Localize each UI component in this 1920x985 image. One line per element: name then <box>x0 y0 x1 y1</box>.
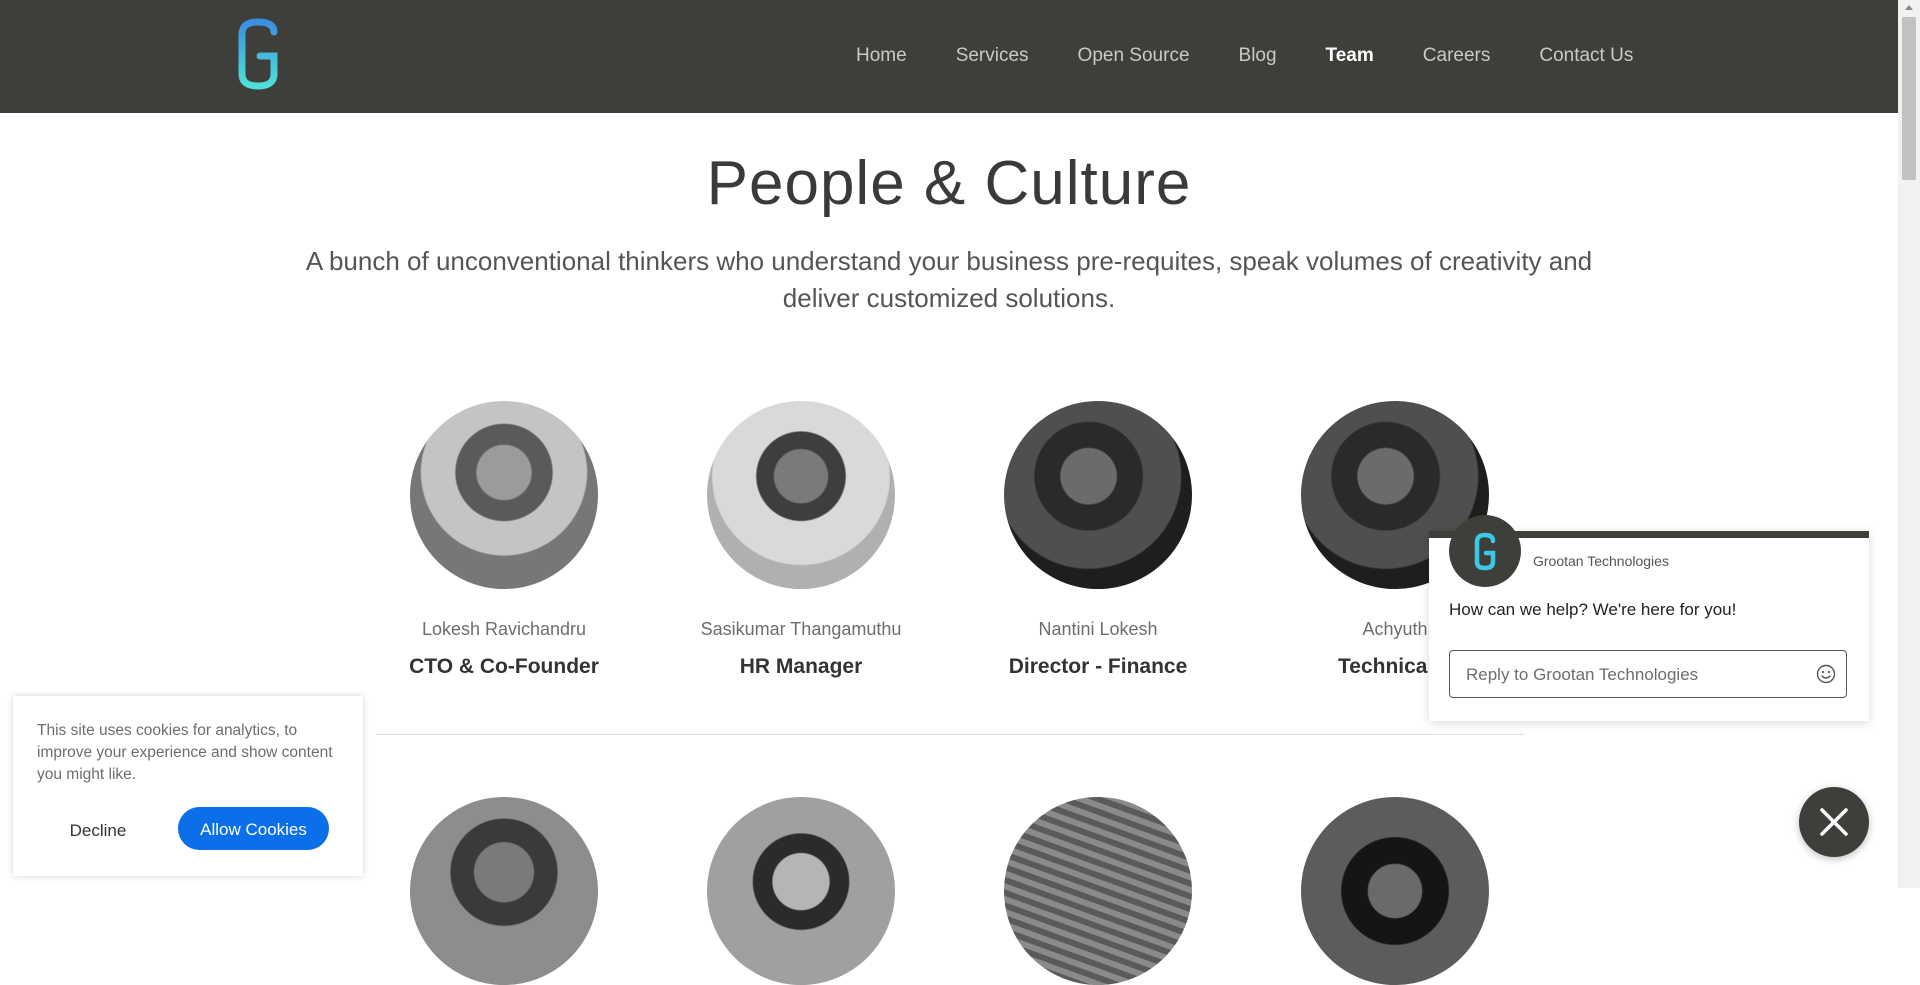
nav-team[interactable]: Team <box>1326 44 1374 68</box>
chat-reply-field[interactable] <box>1449 650 1847 698</box>
main-nav: Home Services Open Source Blog Team Care… <box>856 44 1682 68</box>
team-member-photo <box>1301 797 1489 985</box>
team-member-name: Sasikumar Thangamuthu <box>700 619 902 639</box>
chat-reply-input[interactable] <box>1464 662 1798 688</box>
cookie-banner: This site uses cookies for analytics, to… <box>13 696 363 876</box>
nav-open-source[interactable]: Open Source <box>1078 44 1190 68</box>
site-header: Home Services Open Source Blog Team Care… <box>0 0 1898 113</box>
page-scrollbar[interactable] <box>1898 0 1920 888</box>
cookie-message: This site uses cookies for analytics, to… <box>37 722 333 783</box>
team-member-photo <box>1004 401 1192 589</box>
chat-greeting: How can we help? We're here for you! <box>1449 600 1737 619</box>
close-chat-button[interactable] <box>1799 787 1869 857</box>
decline-cookies-button[interactable]: Decline <box>48 808 148 851</box>
grootan-logo-icon[interactable] <box>234 18 282 90</box>
team-member-card: Lokesh Ravichandru CTO & Co-Founder <box>354 401 654 679</box>
team-member-photo <box>707 401 895 589</box>
grootan-logo-icon <box>1474 532 1496 571</box>
team-member-role: Director - Finance <box>1008 655 1188 678</box>
chat-widget: Grootan Technologies How can we help? We… <box>1429 515 1869 721</box>
team-member-card: Sasikumar Thangamuthu HR Manager <box>651 401 951 679</box>
nav-blog[interactable]: Blog <box>1239 44 1277 68</box>
row-divider <box>376 734 1524 735</box>
emoji-icon[interactable] <box>1816 664 1836 684</box>
nav-careers[interactable]: Careers <box>1423 44 1491 68</box>
page-title: People & Culture <box>706 149 1192 218</box>
allow-cookies-button[interactable]: Allow Cookies <box>178 807 329 850</box>
nav-services[interactable]: Services <box>956 44 1029 68</box>
team-member-card: Nantini Lokesh Director - Finance <box>948 401 1248 679</box>
chat-company-name: Grootan Technologies <box>1533 553 1669 569</box>
team-member-photo <box>1004 797 1192 985</box>
close-icon <box>1820 808 1848 836</box>
team-member-role: HR Manager <box>739 655 863 678</box>
nav-home[interactable]: Home <box>856 44 907 68</box>
team-member-photo <box>410 401 598 589</box>
team-member-photo <box>707 797 895 985</box>
nav-contact-us[interactable]: Contact Us <box>1539 44 1633 68</box>
team-member-role: CTO & Co-Founder <box>409 655 599 678</box>
team-member-photo <box>410 797 598 985</box>
page-subtitle: A bunch of unconventional thinkers who u… <box>305 246 1593 313</box>
team-member-name: Nantini Lokesh <box>1038 619 1158 639</box>
scroll-up-arrow-icon[interactable] <box>1905 5 1913 10</box>
scrollbar-thumb[interactable] <box>1902 17 1916 180</box>
team-member-name: Lokesh Ravichandru <box>421 619 587 639</box>
chat-avatar <box>1449 515 1521 587</box>
